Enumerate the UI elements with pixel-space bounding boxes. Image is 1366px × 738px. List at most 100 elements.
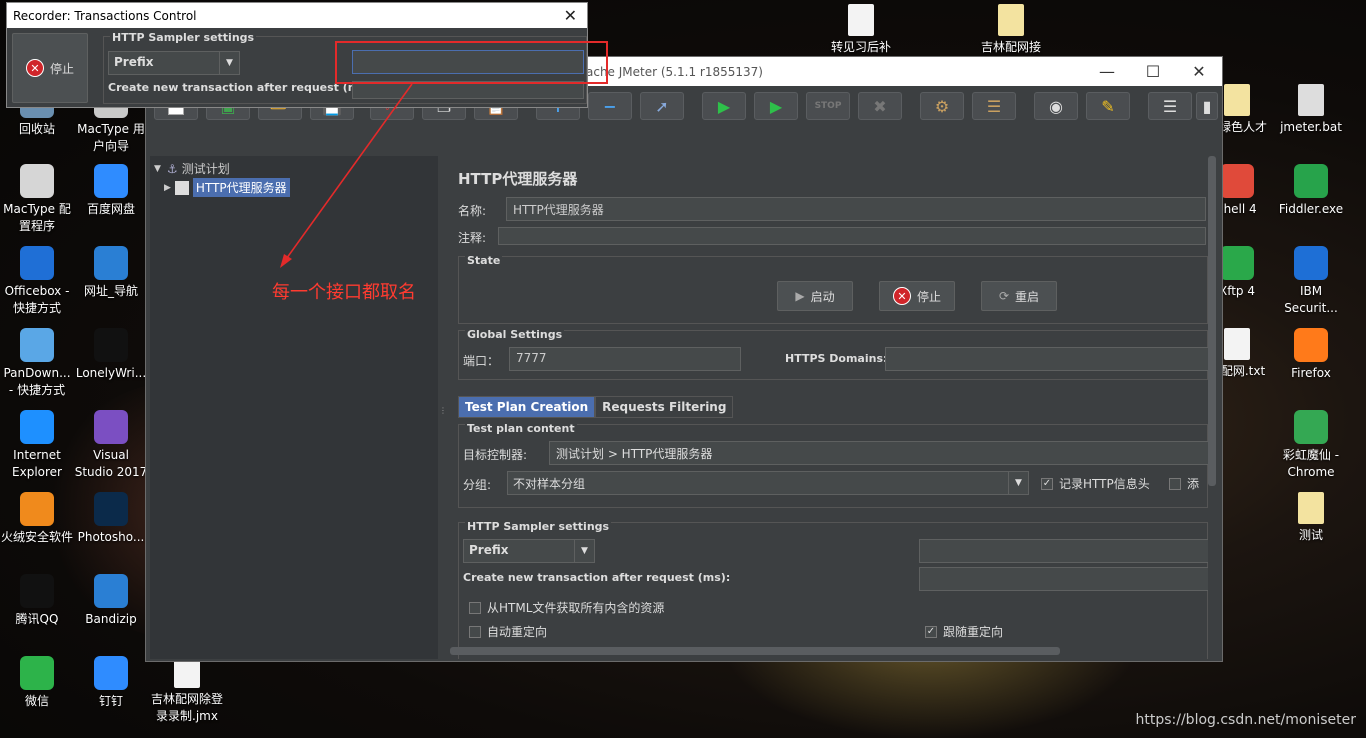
search-icon[interactable]: ◉ xyxy=(1034,92,1078,120)
desktop-icon[interactable]: Bandizip xyxy=(74,574,148,628)
tree-node-label: HTTP代理服务器 xyxy=(192,178,290,197)
restart-button[interactable]: ⟳ 重启 xyxy=(981,281,1057,311)
recorder-prefix-select[interactable]: Prefix ▼ xyxy=(108,51,240,75)
desktop-icon[interactable]: 网址_导航 xyxy=(74,246,148,300)
toggle-icon[interactable]: ➚ xyxy=(640,92,684,120)
comment-label: 注释: xyxy=(458,231,487,245)
help-icon[interactable]: ▮ xyxy=(1196,92,1218,120)
expand-arrow-icon[interactable]: ▶ xyxy=(164,183,171,193)
reset-search-icon[interactable]: ✎ xyxy=(1086,92,1130,120)
recorder-titlebar: Recorder: Transactions Control xyxy=(7,3,587,28)
vertical-scrollbar[interactable] xyxy=(1208,156,1216,486)
fiddler-icon xyxy=(1294,164,1328,198)
stop-icon[interactable]: STOP xyxy=(806,92,850,120)
desktop-icon-label: Photosho... xyxy=(77,530,145,544)
watermark: https://blog.csdn.net/moniseter xyxy=(1135,712,1357,728)
grouping-select[interactable]: 不对样本分组 ▼ xyxy=(507,471,1029,495)
function-helper-icon[interactable]: ☰ xyxy=(1148,92,1192,120)
desktop-icon[interactable]: 微信 xyxy=(0,656,74,710)
name-field[interactable]: HTTP代理服务器 xyxy=(506,197,1206,221)
desktop-icon-label: 吉林配网除登录录制.jmx xyxy=(150,692,223,723)
checkbox-icon xyxy=(469,625,481,638)
chevron-down-icon: ▼ xyxy=(219,52,239,74)
desktop-icon[interactable]: Internet Explorer xyxy=(0,410,74,481)
tab-requests-filtering[interactable]: Requests Filtering xyxy=(595,396,734,418)
close-icon[interactable]: ✕ xyxy=(564,6,577,25)
tab-test-plan-creation[interactable]: Test Plan Creation xyxy=(458,396,596,418)
desktop-icon-label: 微信 xyxy=(24,694,49,708)
create-transaction-field[interactable] xyxy=(919,567,1208,591)
desktop-icon[interactable]: 吉林配网除登录录制.jmx xyxy=(150,656,224,725)
close-icon[interactable]: ✕ xyxy=(1176,57,1222,86)
stop-button[interactable]: ✕ 停止 xyxy=(879,281,955,311)
desktop-icon[interactable]: IBM Securit... xyxy=(1274,246,1348,317)
start-icon[interactable]: ▶ xyxy=(702,92,746,120)
collapse-arrow-icon[interactable]: ▼ xyxy=(154,164,161,174)
stop-icon: ✕ xyxy=(892,287,911,305)
checkbox-checked-icon: ✓ xyxy=(1041,477,1053,490)
desktop-icon[interactable]: Officebox - 快捷方式 xyxy=(0,246,74,317)
http-sampler-settings-title: HTTP Sampler settings xyxy=(465,520,612,533)
tree-node-proxy-server[interactable]: ▶ HTTP代理服务器 xyxy=(164,178,290,197)
shutdown-icon[interactable]: ✖ xyxy=(858,92,902,120)
desktop-icon[interactable]: MacType 配置程序 xyxy=(0,164,74,235)
grouping-label: 分组: xyxy=(463,478,492,492)
prefix-select[interactable]: Prefix ▼ xyxy=(463,539,595,563)
photoshop-icon xyxy=(94,492,128,526)
desktop-icon[interactable]: 测试 xyxy=(1274,492,1348,544)
port-field[interactable]: 7777 xyxy=(509,347,741,371)
desktop-icon[interactable]: 彩虹魔仙 - Chrome xyxy=(1274,410,1348,481)
clear-icon[interactable]: ⚙ xyxy=(920,92,964,120)
tree-node-label: 测试计划 xyxy=(181,162,230,176)
desktop-icon[interactable]: 钉钉 xyxy=(74,656,148,710)
desktop-icon[interactable]: Photosho... xyxy=(74,492,148,546)
desktop-icon[interactable]: 吉林配网接 xyxy=(974,4,1048,56)
checkbox-checked-icon: ✓ xyxy=(925,625,937,638)
comment-field[interactable] xyxy=(498,227,1206,245)
state-title: State xyxy=(465,254,503,267)
test-plan-tree: ▼ ⚓ 测试计划 ▶ HTTP代理服务器 xyxy=(150,156,438,659)
checkbox-icon xyxy=(469,601,481,614)
desktop-icon[interactable]: PanDown... - 快捷方式 xyxy=(0,328,74,399)
start-button[interactable]: ▶ 启动 xyxy=(777,281,853,311)
chevron-down-icon: ▼ xyxy=(574,540,594,562)
minimize-icon[interactable]: — xyxy=(1084,57,1130,86)
ie-icon xyxy=(94,246,128,280)
desktop-icon[interactable]: 腾讯QQ xyxy=(0,574,74,628)
desktop-icon[interactable]: 火绒安全软件 xyxy=(0,492,74,546)
desktop-icon[interactable]: Visual Studio 2017 xyxy=(74,410,148,481)
maximize-icon[interactable]: ☐ xyxy=(1130,57,1176,86)
desktop-icon[interactable]: jmeter.bat xyxy=(1274,84,1348,136)
auto-redirect-checkbox[interactable]: 自动重定向 xyxy=(469,623,547,640)
restart-icon: ⟳ xyxy=(998,289,1010,303)
desktop-icon[interactable]: LonelyWri... xyxy=(74,328,148,382)
recorder-sampler-settings-title: HTTP Sampler settings xyxy=(110,31,257,44)
proxy-icon xyxy=(174,180,189,195)
dingtalk-icon xyxy=(94,656,128,690)
add-label: 添 xyxy=(1187,477,1200,491)
desktop-icon[interactable]: Fiddler.exe xyxy=(1274,164,1348,218)
desktop-icon[interactable]: 百度网盘 xyxy=(74,164,148,218)
https-domains-field[interactable] xyxy=(885,347,1208,371)
desktop-icon-label: jmeter.bat xyxy=(1280,120,1342,134)
target-controller-field[interactable]: 测试计划 > HTTP代理服务器 xyxy=(549,441,1208,465)
start-no-pauses-icon[interactable]: ▶ xyxy=(754,92,798,120)
fetch-resources-checkbox[interactable]: 从HTML文件获取所有内含的资源 xyxy=(469,599,664,616)
chrome-icon xyxy=(1294,410,1328,444)
restart-label: 重启 xyxy=(1015,289,1040,304)
collapse-icon[interactable]: − xyxy=(588,92,632,120)
horizontal-scrollbar[interactable] xyxy=(450,647,1060,655)
checkbox-icon xyxy=(1169,477,1181,490)
prefix-input[interactable] xyxy=(919,539,1208,563)
clear-all-icon[interactable]: ☰ xyxy=(972,92,1016,120)
record-headers-checkbox[interactable]: ✓ 记录HTTP信息头 xyxy=(1041,475,1150,492)
splitter[interactable]: ⋮ xyxy=(438,156,447,659)
follow-redirect-checkbox[interactable]: ✓ 跟随重定向 xyxy=(925,623,1003,640)
tree-node-test-plan[interactable]: ▼ ⚓ 测试计划 xyxy=(154,160,230,177)
recorder-stop-button[interactable]: ✕ 停止 xyxy=(12,33,88,103)
desktop-icon-label: 钉钉 xyxy=(98,694,123,708)
lonelywriter-icon xyxy=(94,328,128,362)
desktop-icon[interactable]: 转见习后补 xyxy=(824,4,898,56)
add-checkbox[interactable]: 添 xyxy=(1169,475,1199,492)
desktop-icon[interactable]: Firefox xyxy=(1274,328,1348,382)
